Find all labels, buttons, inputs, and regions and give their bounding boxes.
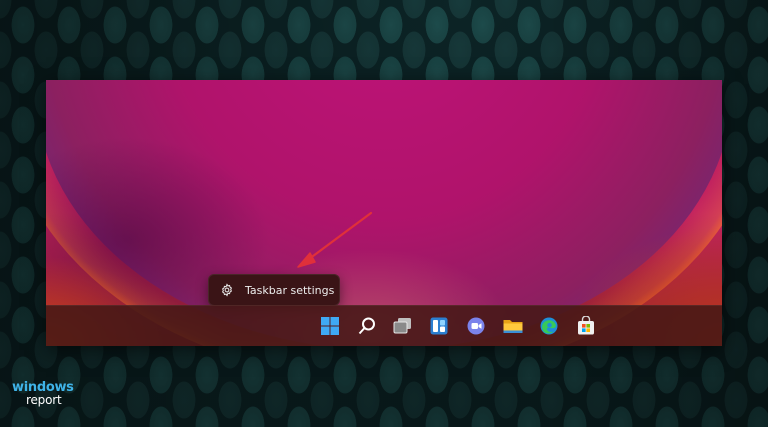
taskbar-context-menu: Taskbar settings: [208, 274, 340, 306]
widgets-icon[interactable]: [427, 314, 451, 338]
logo-line-report: report: [26, 393, 62, 407]
desktop-screen: Taskbar settings: [46, 80, 722, 346]
taskbar-settings-menu-item[interactable]: Taskbar settings: [213, 278, 335, 302]
edge-icon[interactable]: [537, 314, 561, 338]
taskbar-settings-label: Taskbar settings: [245, 283, 335, 297]
microsoft-store-icon[interactable]: [574, 314, 598, 338]
screenshot-background: Taskbar settings windows report: [0, 0, 768, 427]
teams-chat-icon[interactable]: [464, 314, 488, 338]
start-icon[interactable]: [318, 314, 342, 338]
gear-icon: [219, 282, 235, 298]
file-explorer-icon[interactable]: [501, 314, 525, 338]
windows-report-logo: windows report: [12, 381, 74, 411]
search-icon[interactable]: [355, 314, 379, 338]
taskbar: [46, 305, 722, 346]
task-view-icon[interactable]: [391, 314, 415, 338]
